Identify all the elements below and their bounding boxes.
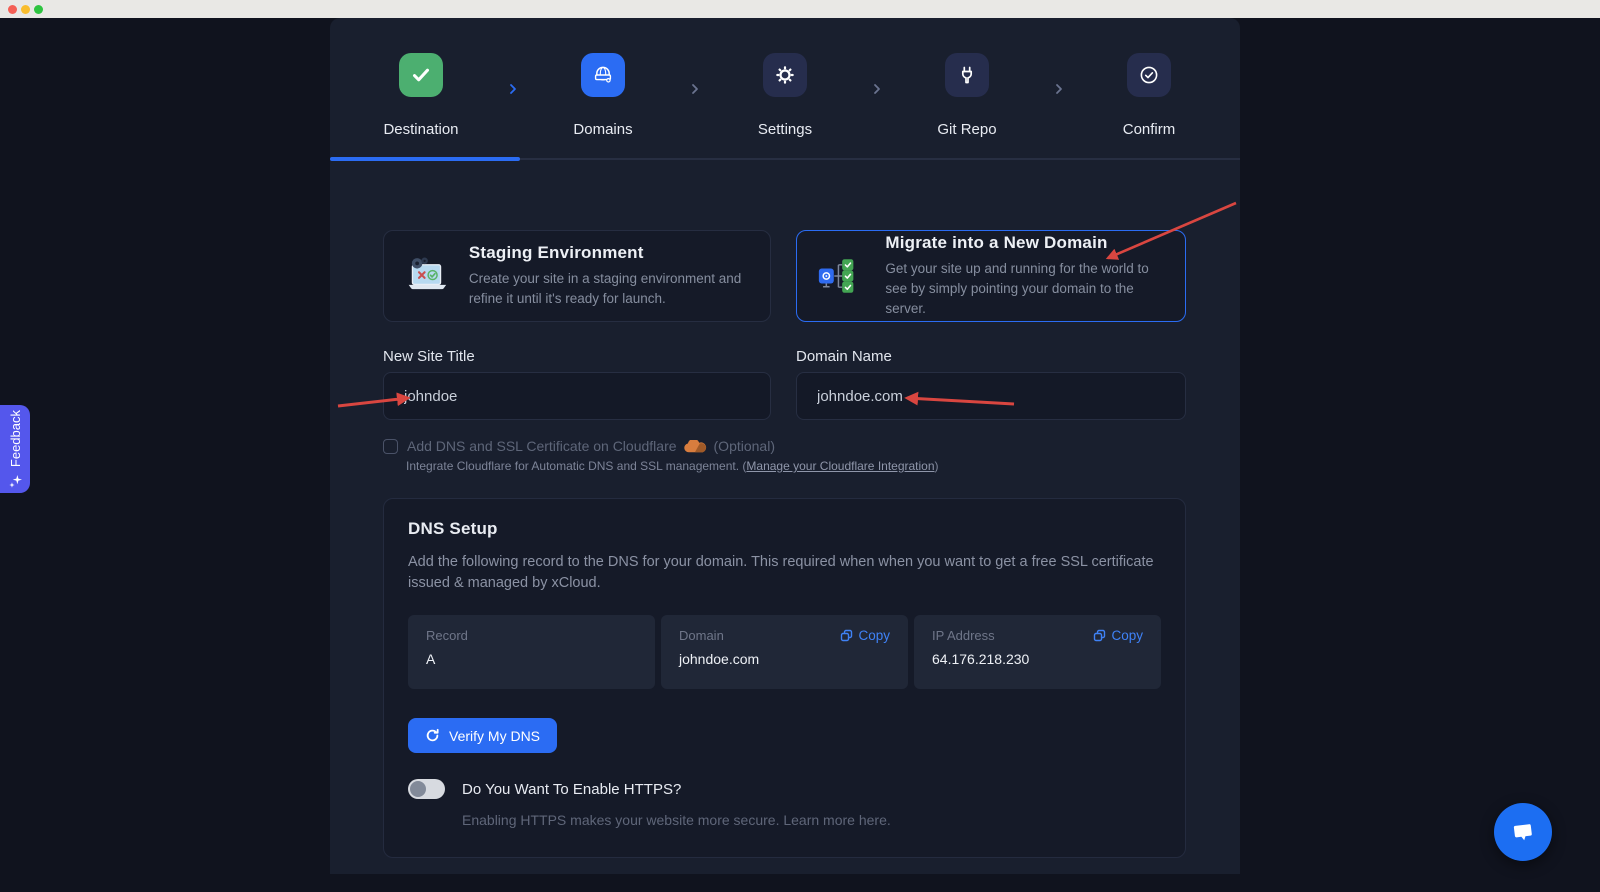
cloudflare-help-text: Integrate Cloudflare for Automatic DNS a… [406,459,939,473]
card-text: Migrate into a New Domain Get your site … [885,233,1165,319]
domain-label: Domain [679,628,724,643]
https-toggle-label: Do You Want To Enable HTTPS? [462,780,682,798]
window-close-button[interactable] [8,5,17,14]
domain-name-label: Domain Name [796,348,892,365]
dns-setup-description: Add the following record to the DNS for … [408,554,1154,591]
domain-name-input[interactable] [796,372,1186,420]
chevron-right-icon [874,84,880,94]
chat-launcher-button[interactable] [1494,803,1552,861]
wizard-step-destination[interactable]: Destination [330,18,512,160]
step-label: Settings [757,121,813,138]
https-help-text: Enabling HTTPS makes your website more s… [462,812,891,828]
toggle-knob [410,781,426,797]
content-column: Destination Domains Settings Git Repo Co… [330,18,1240,874]
verify-dns-button[interactable]: Verify My DNS [408,718,558,753]
copy-ip-button[interactable]: Copy [1093,628,1143,643]
staging-environment-card[interactable]: Staging Environment Create your site in … [383,230,771,322]
wizard-active-tab-indicator [330,157,520,161]
manage-cloudflare-link[interactable]: Manage your Cloudflare Integration [746,459,934,473]
step-label: Domains [573,121,633,138]
step-label: Git Repo [937,121,997,138]
ip-address-value: 64.176.218.230 [932,651,1030,667]
wizard-step-confirm[interactable]: Confirm [1058,18,1240,160]
site-title-input[interactable] [383,372,771,420]
chevron-right-icon [1056,84,1062,94]
https-toggle[interactable] [408,779,445,799]
plug-icon [945,53,989,97]
sparkle-icon [8,474,22,488]
site-title-label: New Site Title [383,348,475,365]
cloudflare-cloud-icon [683,439,706,452]
circle-check-icon [1127,53,1171,97]
setup-wizard-steps: Destination Domains Settings Git Repo Co… [330,18,1240,160]
dns-setup-panel: DNS Setup Add the following record to th… [383,498,1186,858]
globe-domain-icon [581,53,625,97]
wizard-step-domains[interactable]: Domains [512,18,694,160]
record-value: A [426,651,436,667]
copy-icon [841,629,853,642]
laptop-gears-icon [408,257,447,290]
step-label: Destination [383,121,459,138]
dns-domain-cell: Domain Copy johndoe.com [661,615,908,689]
wizard-step-git-repo[interactable]: Git Repo [876,18,1058,160]
dns-record-row: Record A Domain Copy johndoe.com IP Addr… [408,615,1161,689]
feedback-label: Feedback [7,410,23,468]
check-icon [399,53,443,97]
site-tree-icon [818,259,854,293]
chevron-right-icon [510,84,516,94]
domain-value: johndoe.com [679,651,760,667]
browser-titlebar [0,0,1600,18]
dns-setup-title: DNS Setup [408,519,498,538]
card-description: Create your site in a staging environmen… [468,271,742,306]
chevron-right-icon [692,84,698,94]
migrate-new-domain-card[interactable]: Migrate into a New Domain Get your site … [796,230,1186,322]
window-minimize-button[interactable] [21,5,30,14]
window-zoom-button[interactable] [34,5,43,14]
card-title: Migrate into a New Domain [885,233,1108,252]
chat-bubble-icon [1513,824,1532,841]
copy-icon [1094,629,1106,642]
cloudflare-checkbox[interactable] [383,438,398,454]
refresh-icon [426,728,439,742]
feedback-tab[interactable]: Feedback [0,405,30,493]
dns-ip-cell: IP Address Copy 64.176.218.230 [914,615,1161,689]
cloudflare-label: Add DNS and SSL Certificate on Cloudflar… [407,438,775,454]
copy-domain-button[interactable]: Copy [840,628,890,643]
page-background: Destination Domains Settings Git Repo Co… [0,18,1600,892]
card-text: Staging Environment Create your site in … [469,243,750,309]
dns-record-type-cell: Record A [408,615,655,689]
gear-icon [763,53,807,97]
card-title: Staging Environment [468,243,644,262]
record-label: Record [426,628,468,643]
wizard-step-settings[interactable]: Settings [694,18,876,160]
card-description: Get your site up and running for the wor… [885,261,1149,316]
step-label: Confirm [1122,121,1176,138]
ip-address-label: IP Address [932,628,995,643]
